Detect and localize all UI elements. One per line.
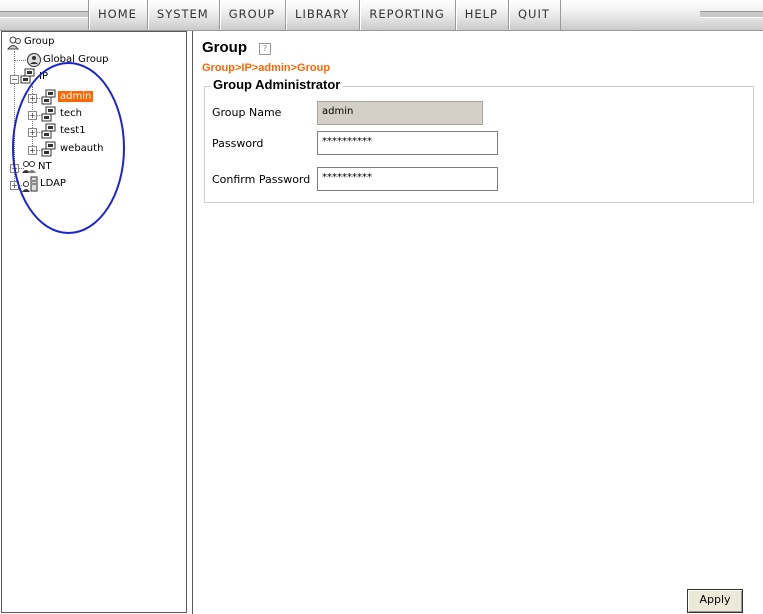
- menu-system[interactable]: SYSTEM: [146, 0, 219, 30]
- menu-home[interactable]: HOME: [88, 0, 147, 30]
- menu-reporting[interactable]: REPORTING: [359, 0, 454, 30]
- nt-users-icon: [22, 161, 36, 173]
- network-computer-icon: [20, 68, 35, 84]
- tree-item-nt[interactable]: NT: [38, 161, 52, 172]
- ldap-server-icon: [22, 176, 38, 192]
- tree-item-ip[interactable]: IP: [39, 71, 48, 82]
- password-field[interactable]: **********: [317, 131, 498, 155]
- group-name-label: Group Name: [212, 106, 282, 119]
- group-name-field[interactable]: admin: [317, 101, 483, 125]
- tree-item-admin[interactable]: admin: [58, 91, 94, 102]
- confirm-password-field[interactable]: **********: [317, 167, 498, 191]
- tree-item-global-group[interactable]: Global Group: [43, 54, 109, 65]
- tree-connector: [14, 60, 26, 61]
- menu-help[interactable]: HELP: [454, 0, 508, 30]
- network-computer-icon: [41, 141, 56, 157]
- tree-expander-webauth[interactable]: +: [28, 146, 37, 155]
- tree-expander-ip[interactable]: −: [10, 75, 19, 84]
- apply-button[interactable]: Apply: [687, 589, 743, 613]
- network-computer-icon: [41, 89, 56, 105]
- tree-item-webauth[interactable]: webauth: [60, 143, 103, 154]
- menu-library[interactable]: LIBRARY: [285, 0, 359, 30]
- menu-group[interactable]: GROUP: [218, 0, 285, 30]
- network-computer-icon: [41, 123, 56, 139]
- menu-bar-right-rail: [700, 11, 763, 18]
- tree-expander-tech[interactable]: +: [28, 111, 37, 120]
- content-pane: Group ? Group>IP>admin>Group Group Admin…: [192, 31, 763, 614]
- help-icon[interactable]: ?: [259, 43, 271, 55]
- group-icon: [7, 36, 21, 50]
- tree-item-test1[interactable]: test1: [60, 125, 86, 136]
- password-label: Password: [212, 137, 264, 150]
- network-computer-icon: [41, 106, 56, 122]
- tree-item-ldap[interactable]: LDAP: [40, 178, 66, 189]
- tree-item-tech[interactable]: tech: [60, 108, 82, 119]
- breadcrumb: Group>IP>admin>Group: [202, 62, 331, 74]
- group-tree: Group Global Group − IP + admin + tech +: [1, 31, 187, 613]
- globe-user-icon: [27, 53, 41, 67]
- tree-expander-ldap[interactable]: +: [10, 181, 19, 190]
- tree-expander-test1[interactable]: +: [28, 128, 37, 137]
- menu-bar-left-rail: [0, 11, 88, 18]
- tree-expander-nt[interactable]: +: [10, 164, 19, 173]
- section-title: Group Administrator: [211, 77, 344, 92]
- menu-quit[interactable]: QUIT: [508, 0, 561, 30]
- tree-expander-admin[interactable]: +: [28, 94, 37, 103]
- tree-root-group[interactable]: Group: [24, 36, 54, 47]
- main-menu: HOME SYSTEM GROUP LIBRARY REPORTING HELP…: [88, 0, 561, 30]
- page-title: Group: [202, 39, 247, 56]
- top-menu-bar: HOME SYSTEM GROUP LIBRARY REPORTING HELP…: [0, 0, 763, 31]
- confirm-password-label: Confirm Password: [212, 173, 311, 186]
